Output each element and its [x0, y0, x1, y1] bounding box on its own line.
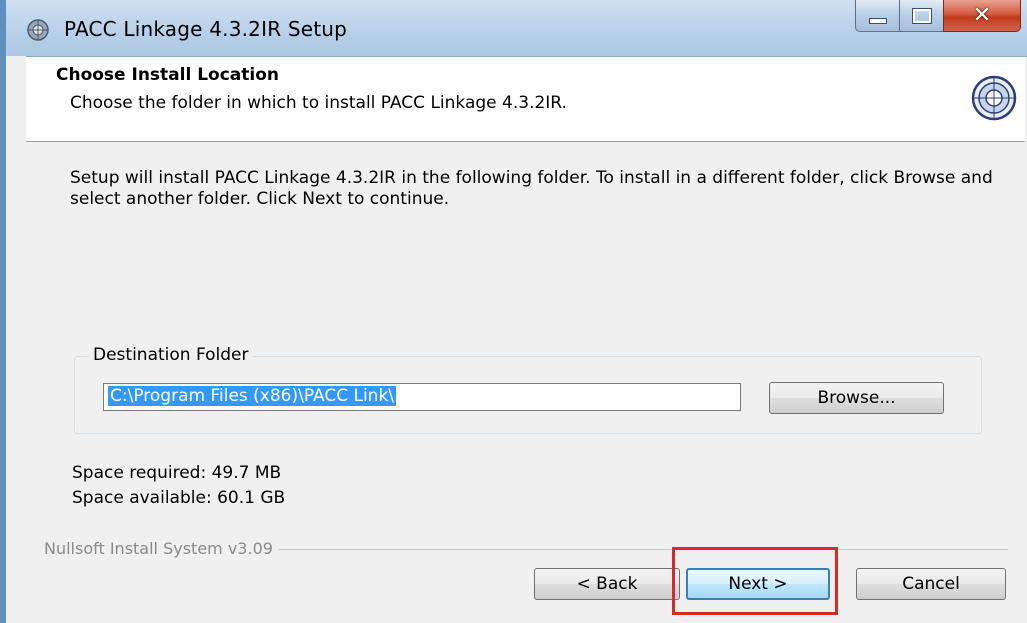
header-panel: Choose Install Location Choose the folde… — [26, 57, 1025, 142]
close-button[interactable]: ✕ — [943, 0, 1021, 32]
window-title: PACC Linkage 4.3.2IR Setup — [64, 17, 348, 41]
caption-buttons: ✕ — [855, 0, 1021, 34]
close-icon: ✕ — [972, 3, 992, 28]
destination-folder-label: Destination Folder — [89, 345, 253, 365]
space-available: Space available: 60.1 GB — [72, 488, 286, 508]
cancel-button[interactable]: Cancel — [856, 568, 1006, 600]
next-button-highlight — [672, 547, 838, 615]
browse-button[interactable]: Browse... — [769, 382, 944, 414]
title-bar[interactable]: PACC Linkage 4.3.2IR Setup ✕ — [6, 0, 1027, 57]
space-required: Space required: 49.7 MB — [72, 463, 282, 483]
nsis-branding: Nullsoft Install System v3.09 — [44, 539, 279, 558]
install-description: Setup will install PACC Linkage 4.3.2IR … — [70, 168, 993, 209]
destination-path-input[interactable]: C:\Program Files (x86)\PACC Link\ — [103, 383, 741, 411]
maximize-button[interactable] — [899, 0, 943, 32]
minimize-button[interactable] — [855, 0, 899, 32]
back-button[interactable]: < Back — [534, 568, 680, 600]
page-title: Choose Install Location — [56, 65, 280, 85]
product-logo-icon — [971, 75, 1017, 121]
destination-folder-group: Destination Folder C:\Program Files (x86… — [74, 345, 982, 434]
maximize-icon — [911, 7, 932, 24]
minimize-icon — [868, 17, 887, 24]
destination-path-value: C:\Program Files (x86)\PACC Link\ — [108, 386, 397, 406]
page-subtitle: Choose the folder in which to install PA… — [70, 93, 567, 113]
setup-window: PACC Linkage 4.3.2IR Setup ✕ Choose Inst… — [0, 0, 1027, 623]
installer-icon — [26, 18, 50, 42]
left-strip — [6, 56, 26, 623]
